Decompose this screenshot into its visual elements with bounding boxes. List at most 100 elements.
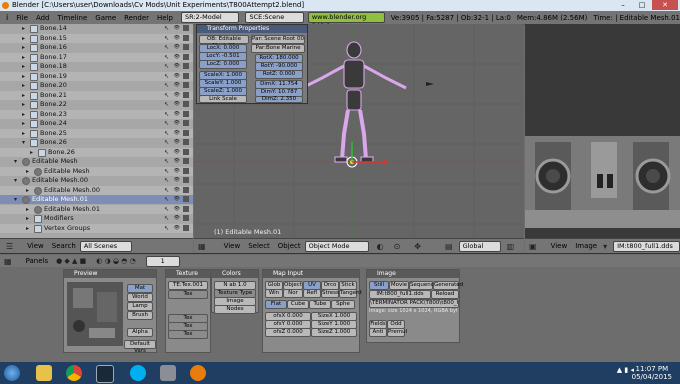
outliner-row[interactable]: ▸ Bone.18 ↖ 👁 (0, 62, 193, 71)
render-toggle-icon[interactable] (183, 215, 189, 221)
rot-z-field[interactable]: RotZ: 0.000 (255, 70, 303, 79)
selectable-toggle-icon[interactable]: ↖ (164, 157, 169, 166)
outliner-scenes-select[interactable]: All Scenes (79, 240, 132, 252)
explorer-icon[interactable] (36, 365, 52, 381)
link-scale-button[interactable]: Link Scale (199, 95, 247, 103)
selectable-toggle-icon[interactable]: ↖ (164, 224, 169, 233)
expand-toggle-icon[interactable]: ▸ (22, 53, 25, 62)
outliner-row[interactable]: ▸ Bone.17 ↖ 👁 (0, 52, 193, 62)
maximize-button[interactable]: □ (633, 0, 651, 10)
close-button[interactable]: ✕ (652, 0, 678, 10)
render-toggle-icon[interactable] (183, 101, 189, 107)
viewport-editor-icon[interactable]: ▦ (198, 242, 206, 251)
outliner-row[interactable]: ▸ Editable Mesh ↖ 👁 (0, 166, 193, 176)
outliner-row[interactable]: ▸ Bone.16 ↖ 👁 (0, 43, 193, 52)
map-flat-button[interactable]: Flat (265, 300, 287, 309)
image-editor[interactable] (525, 24, 680, 238)
selectable-toggle-icon[interactable]: ↖ (164, 34, 169, 43)
selectable-toggle-icon[interactable]: ↖ (164, 110, 169, 119)
expand-toggle-icon[interactable]: ▾ (22, 138, 25, 147)
selectable-toggle-icon[interactable]: ↖ (164, 53, 169, 62)
default-vars-button[interactable]: Default Vars (124, 340, 156, 354)
visibility-toggle-icon[interactable]: 👁 (174, 138, 180, 147)
visibility-toggle-icon[interactable]: 👁 (174, 186, 180, 195)
visibility-toggle-icon[interactable]: 👁 (174, 224, 180, 233)
layer-grid-icon[interactable]: ▥ (507, 242, 515, 251)
render-toggle-icon[interactable] (183, 34, 189, 41)
expand-toggle-icon[interactable]: ▸ (22, 24, 25, 33)
image-view-menu[interactable]: View (551, 242, 568, 250)
visibility-toggle-icon[interactable]: 👁 (174, 43, 180, 52)
map-cube-button[interactable]: Cube (287, 300, 309, 309)
screen-field[interactable]: SR:2-Model (181, 12, 240, 23)
image-editor-icon[interactable]: ▣ (529, 242, 537, 251)
selectable-toggle-icon[interactable]: ↖ (164, 129, 169, 138)
skype-icon[interactable] (130, 365, 146, 381)
orientation-select[interactable]: Global (458, 240, 501, 252)
manipulator-icon[interactable]: ✥ (414, 242, 421, 251)
chrome-icon[interactable] (66, 365, 82, 381)
outliner-row[interactable]: ▸ Bone.20 ↖ 👁 (0, 81, 193, 90)
map-refl-button[interactable]: Refl (303, 289, 321, 298)
expand-toggle-icon[interactable]: ▸ (26, 214, 29, 223)
outliner-row[interactable]: ▾ Editable Mesh ↖ 👁 (0, 157, 193, 166)
visibility-toggle-icon[interactable]: 👁 (174, 53, 180, 62)
selectable-toggle-icon[interactable]: ↖ (164, 214, 169, 223)
expand-toggle-icon[interactable]: ▸ (30, 148, 33, 157)
visibility-toggle-icon[interactable]: 👁 (174, 119, 180, 128)
image-sequence-button[interactable]: Sequence (409, 281, 437, 290)
start-button[interactable] (4, 365, 20, 381)
visibility-toggle-icon[interactable]: 👁 (174, 72, 180, 81)
visibility-toggle-icon[interactable]: 👁 (174, 91, 180, 100)
texture-slot-1[interactable]: Tex (168, 290, 208, 299)
selectable-toggle-icon[interactable]: ↖ (164, 119, 169, 128)
expand-toggle-icon[interactable]: ▾ (14, 195, 17, 204)
render-toggle-icon[interactable] (183, 72, 189, 79)
image-file-field[interactable]: IM:t800_full1.dds (369, 290, 431, 299)
map-win-button[interactable]: Win (265, 289, 283, 298)
nodes-button[interactable]: Nodes (214, 305, 256, 314)
selectable-toggle-icon[interactable]: ↖ (164, 43, 169, 52)
steam-icon[interactable] (96, 365, 114, 383)
expand-toggle-icon[interactable]: ▸ (22, 72, 25, 81)
dim-z-field[interactable]: DimZ: 2.350 (255, 96, 303, 103)
visibility-toggle-icon[interactable]: 👁 (174, 34, 180, 43)
preview-brush-button[interactable]: Brush (127, 311, 153, 320)
visibility-toggle-icon[interactable]: 👁 (174, 62, 180, 71)
map-stress-button[interactable]: Stress (321, 289, 339, 298)
outliner-row[interactable]: ▸ Modifiers ↖ 👁 (0, 214, 193, 223)
shading-icon[interactable]: ◐ (377, 242, 384, 251)
viewport-select-menu[interactable]: Select (248, 242, 270, 250)
render-toggle-icon[interactable] (183, 120, 189, 126)
preview-mat-button[interactable]: Mat (127, 284, 153, 293)
expand-toggle-icon[interactable]: ▾ (14, 176, 17, 185)
visibility-toggle-icon[interactable]: 👁 (174, 157, 180, 166)
mode-select[interactable]: Object Mode (304, 240, 369, 252)
render-toggle-icon[interactable] (183, 139, 189, 145)
selectable-toggle-icon[interactable]: ↖ (164, 176, 169, 185)
outliner-row[interactable]: ▸ Bone.19 ↖ 👁 (0, 71, 193, 81)
outliner-editor-icon[interactable]: ☰ (6, 242, 13, 251)
image-name-field[interactable]: IM:t800_full1.dds (613, 240, 680, 252)
expand-toggle-icon[interactable]: ▸ (22, 81, 25, 90)
blender-icon[interactable] (190, 365, 206, 381)
image-antialias-button[interactable]: Anti (369, 328, 387, 337)
visibility-toggle-icon[interactable]: 👁 (174, 148, 180, 157)
visibility-toggle-icon[interactable]: 👁 (174, 205, 180, 214)
visibility-toggle-icon[interactable]: 👁 (174, 129, 180, 138)
expand-toggle-icon[interactable]: ▾ (14, 157, 17, 166)
size-z-field[interactable]: SizeZ 1.000 (311, 328, 357, 337)
layers-icon[interactable]: ▤ (445, 242, 453, 251)
image-menu[interactable]: Image (575, 242, 597, 250)
outliner-row[interactable]: ▸ Vertex Groups ↖ 👁 (0, 223, 193, 233)
outliner-row[interactable]: ▸ Bone.23 ↖ 👁 (0, 109, 193, 119)
selectable-toggle-icon[interactable]: ↖ (164, 205, 169, 214)
texture-name-field[interactable]: TE:Tex.001 (168, 281, 208, 290)
render-toggle-icon[interactable] (183, 158, 189, 164)
menu-game[interactable]: Game (95, 14, 116, 22)
menu-timeline[interactable]: Timeline (58, 14, 88, 22)
object-name-field[interactable]: OB: Editable Mesh.01 (199, 35, 249, 49)
expand-toggle-icon[interactable]: ▸ (22, 100, 25, 109)
shading-context-icon[interactable]: ● ◆ ▲ ■ (56, 257, 86, 265)
map-tube-button[interactable]: Tube (309, 300, 331, 309)
